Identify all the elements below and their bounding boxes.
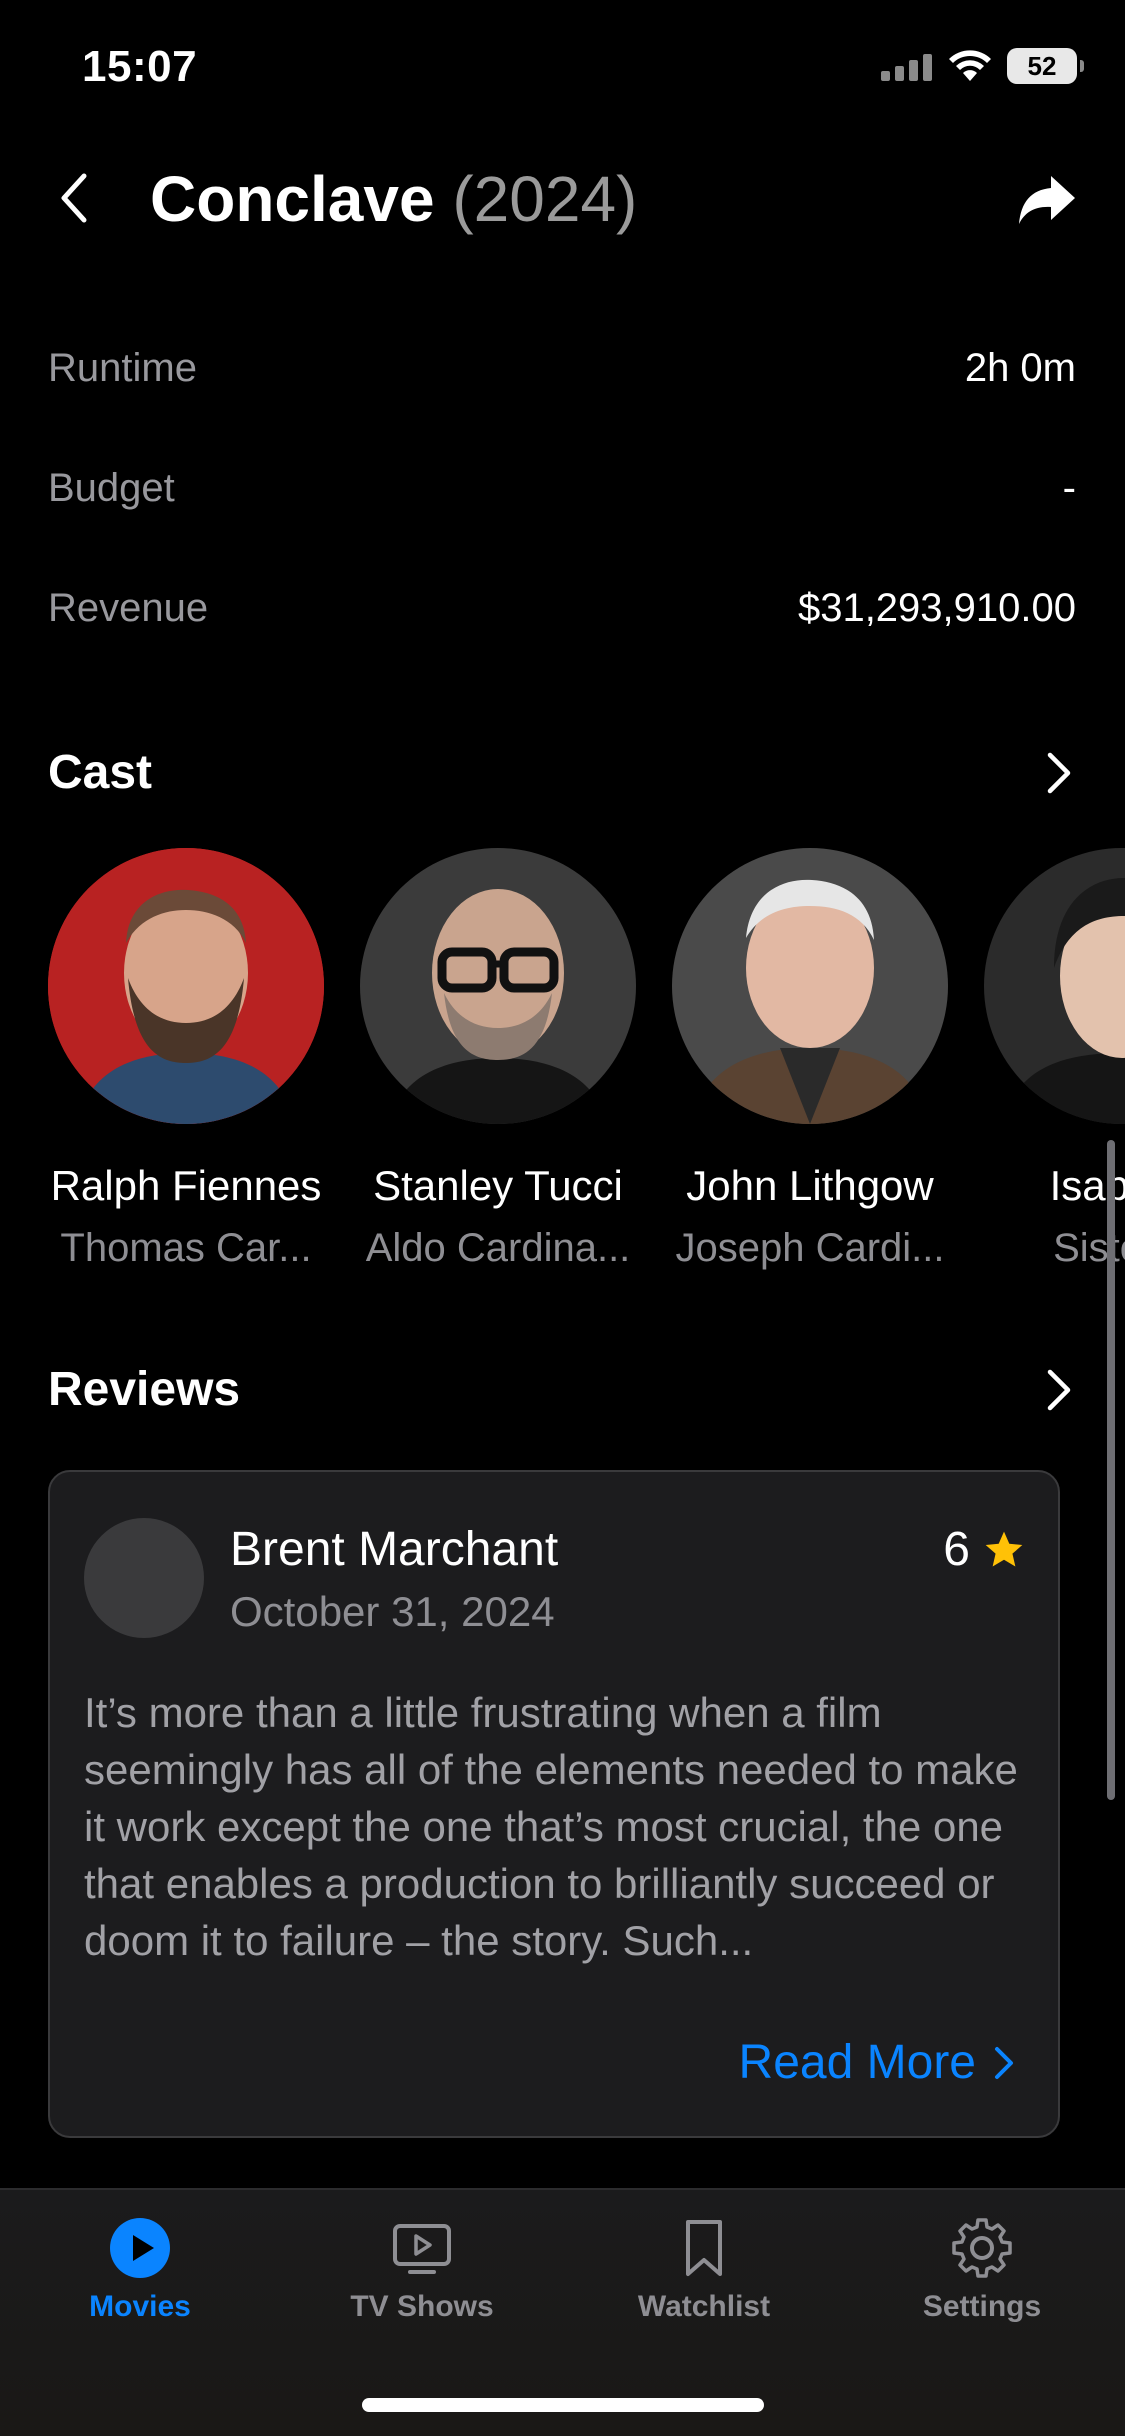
cast-role: Joseph Cardi... — [675, 1226, 945, 1270]
person-silhouette-icon — [672, 848, 948, 1124]
wifi-icon — [949, 50, 991, 81]
review-text: It’s more than a little frustrating when… — [84, 1689, 1018, 1964]
tab-watchlist[interactable]: Watchlist — [594, 2216, 814, 2324]
status-icons: 52 — [881, 48, 1084, 84]
star-icon — [985, 1531, 1023, 1566]
cast-carousel[interactable]: Ralph Fiennes Thomas Car... Stanley Tucc… — [0, 848, 1125, 1288]
cast-name: Stanley Tucci — [373, 1162, 623, 1209]
tab-tv-shows[interactable]: TV Shows — [312, 2216, 532, 2324]
review-card[interactable]: Brent Marchant October 31, 2024 6 It’s m… — [48, 1470, 1060, 2138]
info-label: Budget — [48, 466, 175, 510]
gear-icon — [952, 2218, 1012, 2278]
reviews-section-header[interactable]: Reviews — [48, 1362, 1078, 1417]
cast-photo — [48, 848, 324, 1124]
cast-role: Sister A — [1053, 1226, 1125, 1270]
reviews-title: Reviews — [48, 1363, 241, 1416]
tab-label: TV Shows — [350, 2290, 494, 2323]
status-bar: 15:07 52 — [0, 0, 1125, 140]
cast-photo — [360, 848, 636, 1124]
read-more-button[interactable]: Read More — [739, 2035, 1016, 2090]
chevron-right-icon[interactable] — [1038, 749, 1078, 797]
home-indicator[interactable] — [362, 2398, 764, 2412]
cast-member[interactable]: Ralph Fiennes Thomas Car... — [30, 848, 342, 1271]
person-silhouette-icon — [360, 848, 636, 1124]
info-row-budget: Budget - — [48, 466, 1076, 511]
tab-movies[interactable]: Movies — [30, 2216, 250, 2324]
scrollbar[interactable] — [1107, 1140, 1115, 1800]
cast-member[interactable]: John Lithgow Joseph Cardi... — [654, 848, 966, 1271]
info-label: Revenue — [48, 586, 209, 630]
person-silhouette-icon — [984, 848, 1125, 1124]
movie-title: Conclave — [150, 163, 435, 235]
page-title: Conclave (2024) — [150, 162, 637, 236]
info-label: Runtime — [48, 346, 197, 390]
read-more-label: Read More — [738, 2036, 976, 2089]
review-date: October 31, 2024 — [230, 1588, 555, 1635]
cellular-signal-icon — [881, 54, 932, 81]
info-value: - — [1062, 466, 1076, 510]
play-circle-icon — [110, 2218, 170, 2278]
cast-name: Ralph Fiennes — [50, 1162, 322, 1209]
info-value: $31,293,910.00 — [797, 586, 1076, 630]
bookmark-icon — [686, 2220, 722, 2276]
cast-name: Isabella — [1049, 1162, 1125, 1209]
info-value: 2h 0m — [964, 346, 1076, 390]
info-row-runtime: Runtime 2h 0m — [48, 346, 1076, 391]
status-time: 15:07 — [82, 42, 198, 91]
chevron-right-icon — [995, 2046, 1013, 2079]
tv-icon — [393, 2224, 451, 2274]
review-author: Brent Marchant — [230, 1523, 559, 1576]
tab-settings[interactable]: Settings — [872, 2216, 1092, 2324]
share-icon[interactable] — [1015, 170, 1079, 230]
cast-member[interactable]: Isabella Sister A — [966, 848, 1125, 1271]
cast-member[interactable]: Stanley Tucci Aldo Cardina... — [342, 848, 654, 1271]
review-rating: 6 — [943, 1522, 1026, 1577]
person-silhouette-icon — [48, 848, 324, 1124]
chevron-right-icon[interactable] — [1038, 1366, 1078, 1414]
cast-role: Thomas Car... — [60, 1226, 312, 1270]
tab-label: Movies — [89, 2290, 191, 2323]
cast-role: Aldo Cardina... — [365, 1226, 631, 1270]
cast-section-header[interactable]: Cast — [48, 745, 1078, 800]
info-row-revenue: Revenue $31,293,910.00 — [48, 586, 1076, 631]
battery-indicator: 52 — [1007, 48, 1084, 84]
cast-name: John Lithgow — [686, 1162, 934, 1209]
back-chevron-icon[interactable] — [46, 168, 106, 228]
cast-title: Cast — [48, 746, 153, 799]
movie-year: (2024) — [452, 163, 638, 235]
tab-label: Settings — [922, 2290, 1042, 2323]
reviewer-avatar — [84, 1518, 204, 1638]
rating-value: 6 — [943, 1523, 970, 1576]
cast-photo — [984, 848, 1125, 1124]
tab-label: Watchlist — [637, 2290, 771, 2323]
cast-photo — [672, 848, 948, 1124]
nav-header: Conclave (2024) — [0, 140, 1125, 260]
